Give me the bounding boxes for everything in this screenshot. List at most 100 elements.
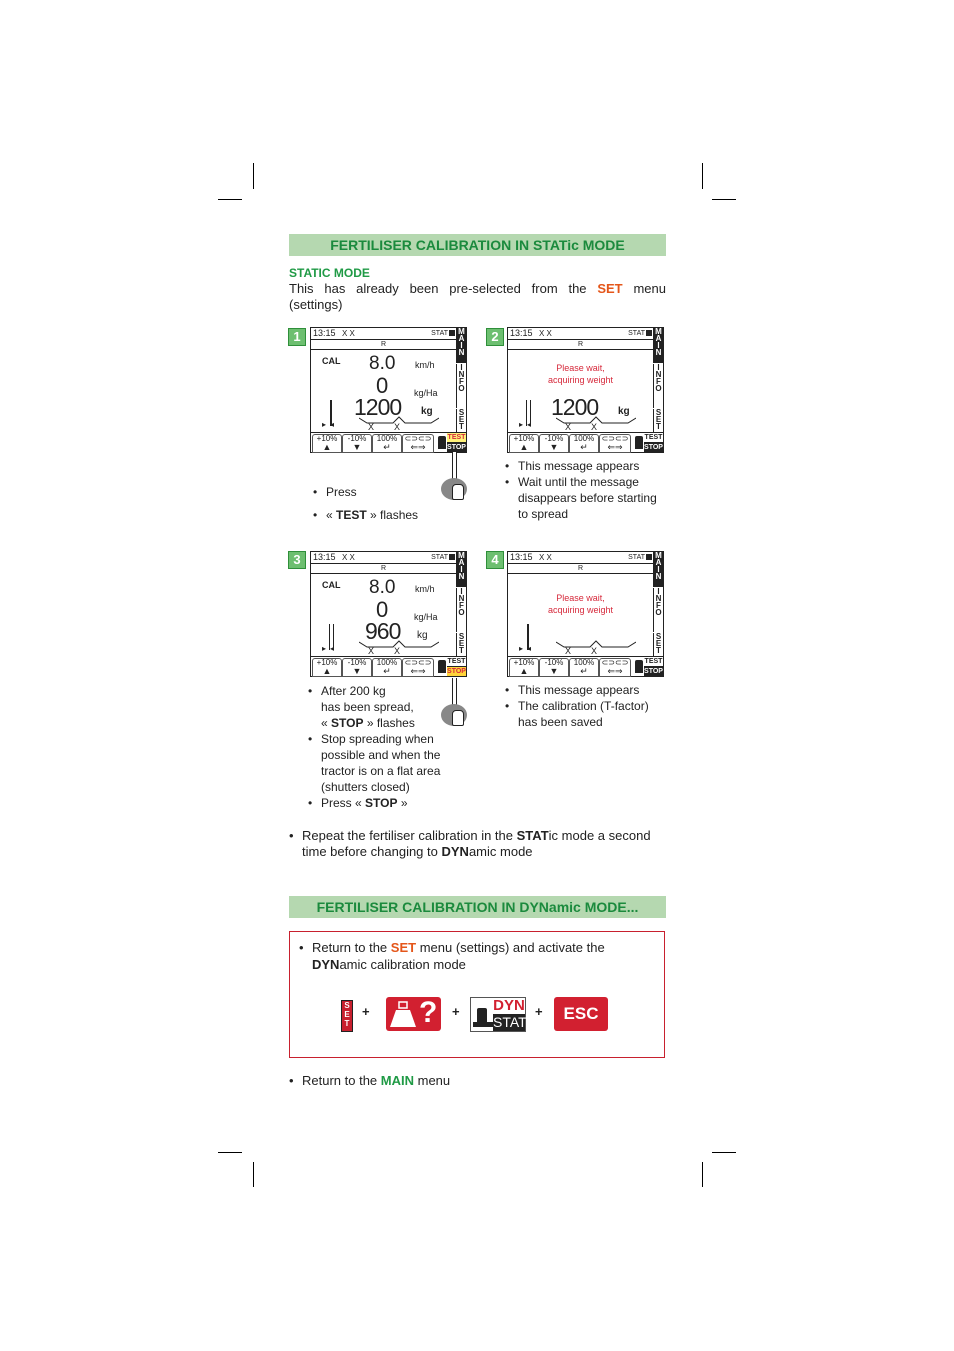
boom-width-button[interactable]: ⊂⊃⊂⊃ ⇐⇒ <box>599 658 631 677</box>
tab-set[interactable]: SET <box>456 409 466 433</box>
note-bold: DYN <box>312 957 340 972</box>
tab-set[interactable]: SET <box>456 633 466 657</box>
tab-info[interactable]: INFO <box>456 588 466 632</box>
tab-main-label: MAIN <box>458 551 465 581</box>
boom-width-button[interactable]: ⊂⊃⊂⊃ ⇐⇒ <box>402 658 434 677</box>
section-indicator: X X <box>539 329 552 338</box>
status-bar: 13:15 X X STAT <box>508 552 653 564</box>
section-banner-static: FERTILISER CALIBRATION IN STATic MODE <box>289 234 666 256</box>
step3-notes: After 200 kg has been spread, « STOP » fla… <box>308 683 448 811</box>
plus10-button[interactable]: +10% ▲ <box>312 434 342 453</box>
note-item: Wait until the message disappears before… <box>505 474 670 522</box>
cal-label: CAL <box>322 356 341 366</box>
note-text: menu (settings) and activate the <box>419 940 605 955</box>
step2-notes: This message appears Wait until the mess… <box>505 458 670 522</box>
minus10-button[interactable]: -10% ▼ <box>342 658 372 677</box>
set-key-label: SET <box>344 1001 350 1028</box>
plus10-button[interactable]: +10% ▲ <box>509 434 539 453</box>
tractor-icon <box>477 1008 487 1022</box>
tab-set-label: SET <box>458 632 465 655</box>
esc-button[interactable]: ESC <box>554 997 608 1031</box>
note-item: After 200 kg has been spread, « STOP » fla… <box>308 683 448 731</box>
tab-main[interactable]: MAIN <box>456 328 466 363</box>
softkey-row: +10% ▲ -10% ▼ 100% ↵ ⊂⊃⊂⊃ ⇐⇒ TEST STOP <box>311 656 466 677</box>
tab-info[interactable]: INFO <box>653 364 663 408</box>
crop-mark <box>253 1162 254 1187</box>
intro-text: This has already been pre-selected from … <box>289 281 587 296</box>
shutter-arrows-icon: ▸◂ <box>519 420 536 429</box>
wait-message: Please wait, acquiring weight <box>508 362 653 386</box>
finger-tip-icon <box>452 710 464 726</box>
boom-width-button[interactable]: ⊂⊃⊂⊃ ⇐⇒ <box>599 434 631 453</box>
tab-info[interactable]: INFO <box>653 588 663 632</box>
status-bar: 13:15 X X STAT <box>311 328 456 340</box>
intro-menu: menu <box>633 281 666 296</box>
test-label: TEST <box>447 657 466 667</box>
test-stop-button[interactable]: TEST STOP <box>644 433 663 452</box>
set-keyword: SET <box>390 940 417 955</box>
dyn-stat-toggle-button[interactable]: DYN STAT <box>470 997 527 1032</box>
plus10-button[interactable]: +10% ▲ <box>312 658 342 677</box>
test-stop-button[interactable]: TEST STOP <box>644 657 663 676</box>
section-x-marks: XX <box>368 646 421 656</box>
speed-value: 8.0 <box>369 353 396 374</box>
finger-tip-icon <box>452 484 464 500</box>
hundred-button[interactable]: 100% ↵ <box>569 658 599 677</box>
note-item: Return to the SET menu (settings) and ac… <box>299 939 649 973</box>
note-item: Press <box>313 484 357 500</box>
hopper-icon <box>449 330 455 336</box>
minus10-button[interactable]: -10% ▼ <box>342 434 372 453</box>
left-right-arrows-icon: ⇐⇒ <box>607 442 623 452</box>
note-text: » <box>397 796 408 810</box>
arrow-down-icon: ▼ <box>352 442 362 452</box>
question-mark: ? <box>419 996 438 1029</box>
rate-unit: kg/Ha <box>414 612 438 622</box>
test-stop-button[interactable]: TEST STOP <box>447 657 466 676</box>
boom-width-button[interactable]: ⊂⊃⊂⊃ ⇐⇒ <box>402 434 434 453</box>
note-text: Return to the <box>302 1073 378 1088</box>
display-screen-4: 13:15 X X STAT R MAIN INFO SET Please wa… <box>507 551 664 677</box>
mode-indicator: STAT <box>431 554 448 561</box>
weigh-query-button[interactable]: ? <box>386 996 441 1031</box>
tab-set[interactable]: SET <box>653 633 663 657</box>
clock: 13:15 <box>313 552 336 562</box>
stop-label: STOP <box>447 667 466 676</box>
plus10-button[interactable]: +10% ▲ <box>509 658 539 677</box>
softkey-row: +10% ▲ -10% ▼ 100% ↵ ⊂⊃⊂⊃ ⇐⇒ TEST STOP <box>508 432 663 453</box>
section-indicator: X X <box>342 553 355 562</box>
test-stop-button[interactable]: TEST STOP <box>447 433 466 452</box>
test-label: TEST <box>447 433 466 443</box>
section-subtitle: STATIC MODE <box>289 266 370 280</box>
crop-mark <box>712 199 736 200</box>
test-label: TEST <box>644 657 663 667</box>
step-number: 2 <box>486 328 504 346</box>
tab-main[interactable]: MAIN <box>653 328 663 363</box>
hopper-icon <box>646 330 652 336</box>
note-bold: STOP <box>365 796 398 810</box>
hundred-button[interactable]: 100% ↵ <box>372 658 402 677</box>
plus-sign: + <box>535 1004 543 1019</box>
wait-message: Please wait, acquiring weight <box>508 592 653 616</box>
minus10-button[interactable]: -10% ▼ <box>539 658 569 677</box>
step1-notes: Press <box>313 484 357 500</box>
mode-indicator: STAT <box>628 554 645 561</box>
hundred-button[interactable]: 100% ↵ <box>372 434 402 453</box>
set-key-icon[interactable]: SET <box>341 1000 353 1032</box>
status-bar: 13:15 X X STAT <box>508 328 653 340</box>
tractor-icon <box>438 436 446 449</box>
display-screen-3: 13:15 X X STAT R MAIN INFO SET CAL 8.0 k… <box>310 551 467 677</box>
tab-set[interactable]: SET <box>653 409 663 433</box>
tab-set-label: SET <box>655 632 662 655</box>
note-text: Return to the <box>312 940 388 955</box>
speed-value: 8.0 <box>369 577 396 598</box>
arrow-up-icon: ▲ <box>322 666 332 676</box>
crop-mark <box>702 1162 703 1187</box>
tab-main[interactable]: MAIN <box>653 552 663 587</box>
speed-unit: km/h <box>415 360 435 370</box>
hundred-button[interactable]: 100% ↵ <box>569 434 599 453</box>
instruction-box: Return to the SET menu (settings) and ac… <box>289 931 665 1058</box>
minus10-button[interactable]: -10% ▼ <box>539 434 569 453</box>
clock: 13:15 <box>313 328 336 338</box>
tab-main[interactable]: MAIN <box>456 552 466 587</box>
tab-info[interactable]: INFO <box>456 364 466 408</box>
